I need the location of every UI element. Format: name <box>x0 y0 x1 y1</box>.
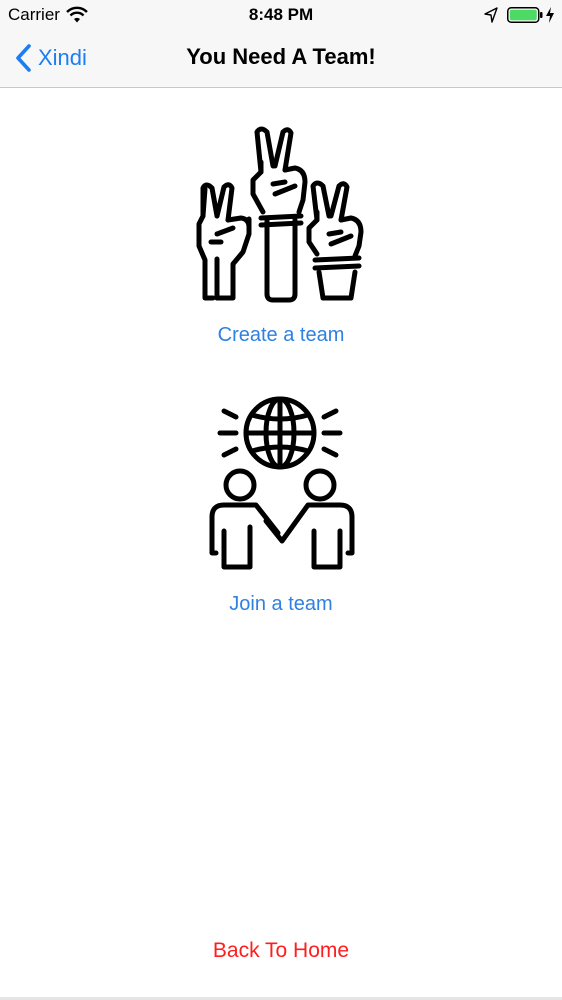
chevron-left-icon <box>16 44 31 72</box>
create-team-link[interactable]: Create a team <box>0 322 562 348</box>
status-time: 8:48 PM <box>248 5 314 24</box>
navigation-bar: Xindi You Need A Team! <box>0 30 562 88</box>
location-arrow-icon <box>484 7 498 23</box>
people-globe-icon <box>209 396 355 570</box>
battery-fill <box>509 9 537 21</box>
back-button[interactable]: Xindi <box>14 41 87 75</box>
charging-bolt-icon <box>546 7 554 23</box>
status-bar: Carrier 8:48 PM <box>0 0 562 30</box>
battery-icon <box>507 7 543 23</box>
back-button-label: Xindi <box>38 45 87 70</box>
join-team-link[interactable]: Join a team <box>0 591 562 617</box>
raised-hands-peace-icon <box>196 126 364 303</box>
back-to-home-button[interactable]: Back To Home <box>0 938 562 964</box>
